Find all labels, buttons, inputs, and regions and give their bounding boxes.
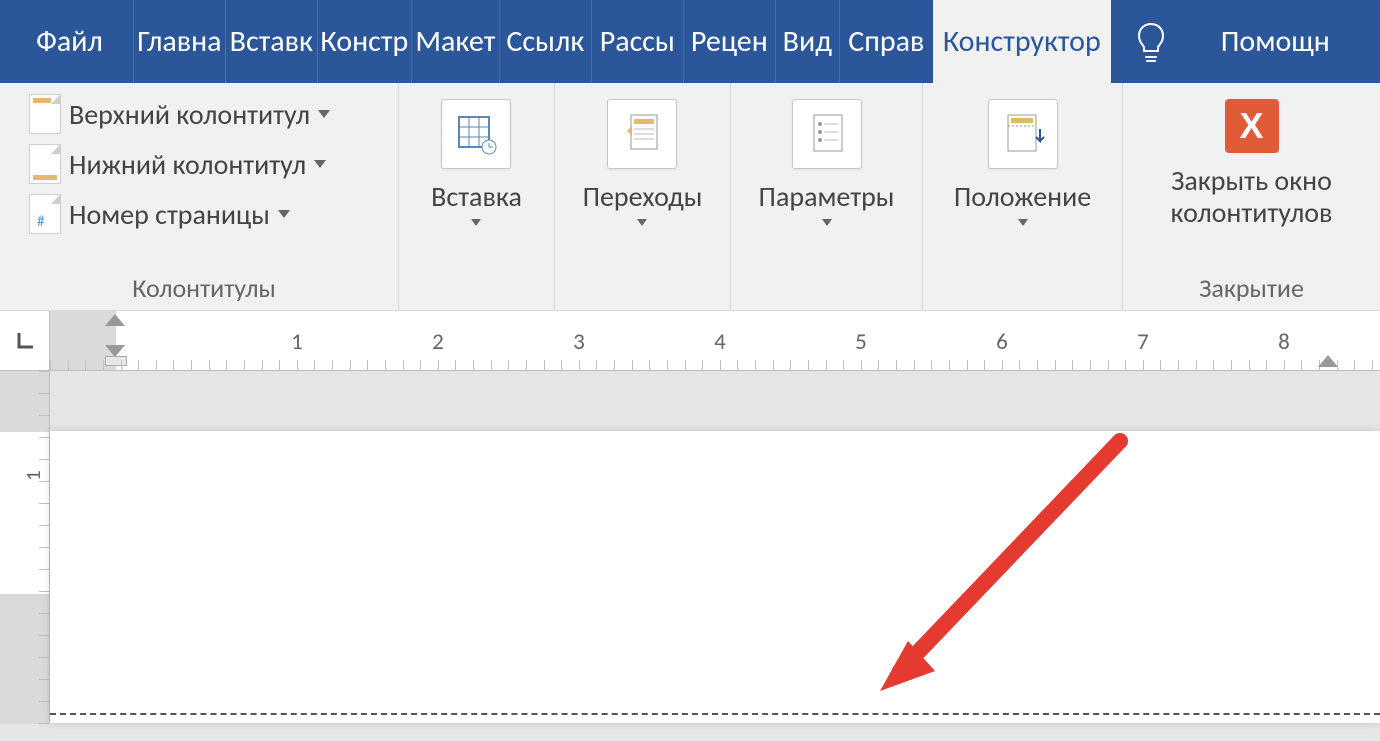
ruler-number: 4 bbox=[714, 328, 726, 356]
button-insert-label: Вставка bbox=[431, 169, 522, 213]
button-position[interactable]: Положение bbox=[950, 95, 1095, 226]
button-close-label: Закрыть окно колонтитулов bbox=[1142, 153, 1362, 229]
group-options: Параметры bbox=[730, 83, 922, 310]
lightbulb-icon bbox=[1129, 20, 1173, 64]
button-navigation[interactable]: Переходы bbox=[579, 95, 707, 226]
button-close-header-footer[interactable]: X Закрыть окно колонтитулов bbox=[1138, 95, 1366, 229]
tab-home[interactable]: Главна bbox=[133, 0, 225, 83]
group-navigation: Переходы bbox=[554, 83, 730, 310]
first-line-indent-icon[interactable] bbox=[105, 314, 125, 326]
insert-icon bbox=[441, 99, 511, 169]
button-page-number[interactable]: Номер страницы bbox=[22, 189, 386, 239]
ribbon-tabstrip: Файл Главна Вставк Констр Макет Ссылк Ра… bbox=[0, 0, 1380, 83]
button-options[interactable]: Параметры bbox=[755, 95, 899, 226]
group-insert: Вставка bbox=[398, 83, 554, 310]
ruler-number: 7 bbox=[1137, 328, 1149, 356]
page-number-icon bbox=[29, 194, 61, 234]
right-indent-icon[interactable] bbox=[1318, 355, 1338, 367]
options-icon bbox=[792, 99, 862, 169]
ruler-number: 6 bbox=[996, 328, 1008, 356]
chevron-down-icon bbox=[822, 219, 832, 226]
button-footer[interactable]: Нижний колонтитул bbox=[22, 139, 386, 189]
chevron-down-icon bbox=[471, 219, 481, 226]
button-navigation-label: Переходы bbox=[583, 169, 703, 213]
tab-design-short[interactable]: Констр bbox=[317, 0, 411, 83]
document-canvas bbox=[50, 371, 1380, 723]
tab-references[interactable]: Ссылк bbox=[499, 0, 591, 83]
tab-view[interactable]: Вид bbox=[775, 0, 839, 83]
group-position: Положение bbox=[922, 83, 1122, 310]
chevron-down-icon bbox=[278, 210, 290, 218]
group-header-footer: Верхний колонтитул Нижний колонтитул Ном… bbox=[0, 83, 398, 310]
position-icon bbox=[988, 99, 1058, 169]
tab-layout[interactable]: Макет bbox=[411, 0, 499, 83]
tab-insert[interactable]: Вставк bbox=[225, 0, 317, 83]
button-position-label: Положение bbox=[954, 169, 1091, 213]
tabstop-icon bbox=[13, 329, 37, 353]
group-close: X Закрыть окно колонтитулов Закрытие bbox=[1122, 83, 1380, 310]
document-area: 1 bbox=[0, 371, 1380, 723]
chevron-down-icon bbox=[637, 219, 647, 226]
button-insert[interactable]: Вставка bbox=[427, 95, 526, 226]
vruler-number: 1 bbox=[20, 470, 46, 481]
chevron-down-icon bbox=[1018, 219, 1028, 226]
button-footer-label: Нижний колонтитул bbox=[69, 147, 306, 182]
ruler-number: 1 bbox=[291, 328, 303, 356]
page[interactable] bbox=[50, 431, 1380, 723]
horizontal-ruler[interactable]: 1 2 3 4 5 6 7 8 bbox=[50, 311, 1380, 371]
vertical-ruler[interactable]: 1 bbox=[0, 371, 50, 723]
tab-review[interactable]: Рецен bbox=[683, 0, 775, 83]
button-options-label: Параметры bbox=[759, 169, 895, 213]
chevron-down-icon bbox=[314, 160, 326, 168]
footer-icon bbox=[29, 144, 61, 184]
ruler-number: 5 bbox=[855, 328, 867, 356]
button-page-number-label: Номер страницы bbox=[69, 197, 270, 232]
left-indent-icon[interactable] bbox=[105, 356, 127, 366]
group-label-header-footer: Колонтитулы bbox=[22, 268, 386, 310]
button-header[interactable]: Верхний колонтитул bbox=[22, 89, 386, 139]
ribbon: Верхний колонтитул Нижний колонтитул Ном… bbox=[0, 83, 1380, 311]
button-header-label: Верхний колонтитул bbox=[69, 97, 310, 132]
tab-file[interactable]: Файл bbox=[0, 0, 133, 83]
annotation-arrow-icon bbox=[880, 441, 1180, 741]
group-label-close: Закрытие bbox=[1199, 268, 1304, 310]
tab-designer[interactable]: Конструктор bbox=[933, 0, 1111, 83]
tab-help-short[interactable]: Справ bbox=[839, 0, 933, 83]
close-icon: X bbox=[1225, 99, 1279, 153]
ruler-number: 2 bbox=[432, 328, 444, 356]
header-icon bbox=[29, 94, 61, 134]
ruler-number: 8 bbox=[1278, 328, 1290, 356]
header-boundary-line bbox=[50, 713, 1380, 715]
chevron-down-icon bbox=[318, 110, 330, 118]
tell-me[interactable] bbox=[1111, 0, 1197, 83]
tab-help[interactable]: Помощн bbox=[1197, 0, 1348, 83]
tab-selector[interactable] bbox=[0, 311, 50, 371]
navigation-icon bbox=[607, 99, 677, 169]
ruler-number: 3 bbox=[573, 328, 585, 356]
tab-mailings[interactable]: Рассы bbox=[591, 0, 683, 83]
